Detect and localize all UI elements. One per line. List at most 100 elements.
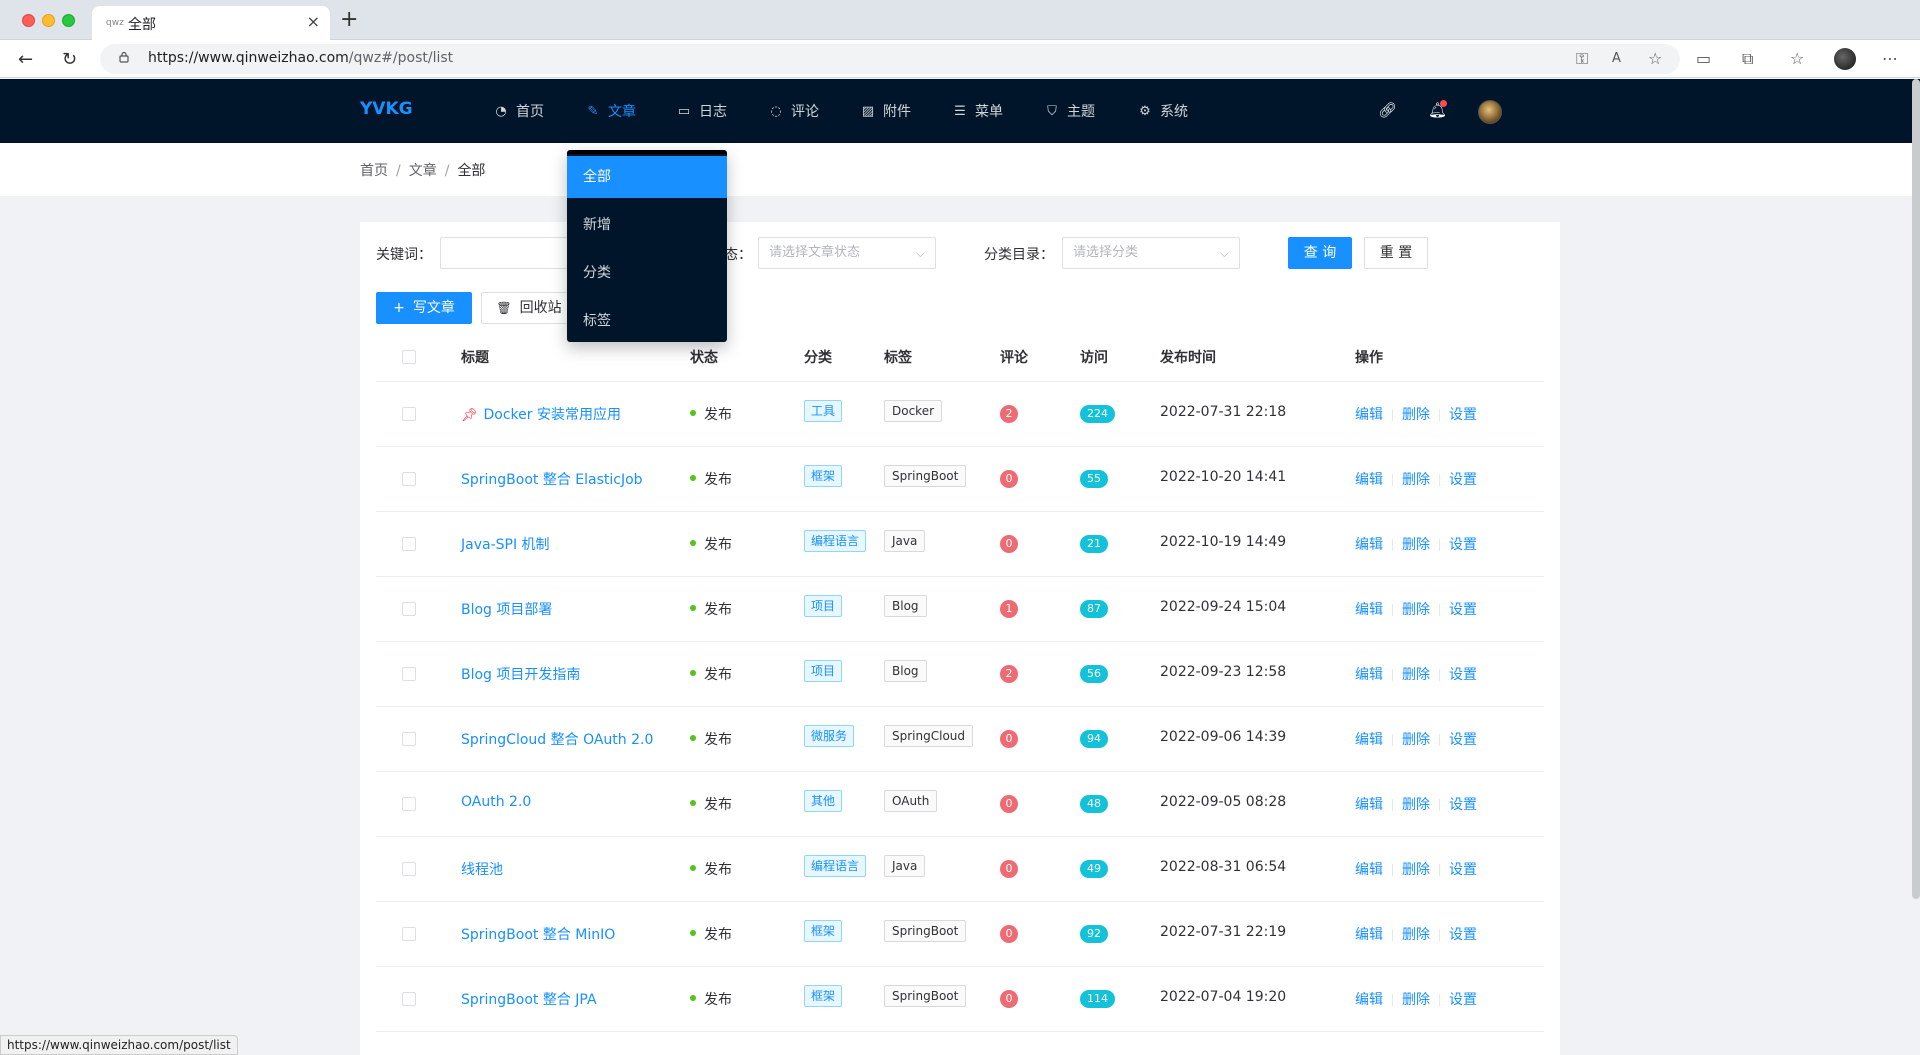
comment-count-badge[interactable]: 0: [1000, 860, 1018, 878]
post-tag[interactable]: OAuth: [884, 790, 938, 812]
row-checkbox[interactable]: [402, 797, 416, 811]
delete-link[interactable]: 删除: [1402, 667, 1430, 683]
post-title-link[interactable]: 线程池: [461, 862, 503, 878]
edit-link[interactable]: 编辑: [1355, 602, 1383, 618]
edit-link[interactable]: 编辑: [1355, 797, 1383, 813]
keyword-input[interactable]: [440, 237, 580, 269]
status-select[interactable]: 请选择文章状态 ⌵: [758, 237, 936, 269]
app-logo[interactable]: YVKG: [360, 99, 413, 119]
submenu-item-tags[interactable]: 标签: [567, 300, 727, 342]
visit-count-badge[interactable]: 94: [1080, 730, 1108, 748]
favorite-add-icon[interactable]: ☆: [1648, 49, 1662, 68]
recycle-bin-button[interactable]: 🗑︎ 回收站: [481, 292, 577, 324]
post-tag[interactable]: SpringBoot: [884, 465, 967, 487]
edit-link[interactable]: 编辑: [1355, 992, 1383, 1008]
window-minimize-button[interactable]: [42, 14, 55, 27]
window-zoom-button[interactable]: [62, 14, 75, 27]
settings-link[interactable]: 设置: [1449, 797, 1477, 813]
row-checkbox[interactable]: [402, 732, 416, 746]
settings-link[interactable]: 设置: [1449, 602, 1477, 618]
write-post-button[interactable]: + 写文章: [376, 292, 472, 324]
window-close-button[interactable]: [22, 14, 35, 27]
post-tag[interactable]: SpringBoot: [884, 985, 967, 1007]
nav-item-themes[interactable]: ⛉ 主题: [1045, 101, 1095, 121]
nav-item-posts[interactable]: ✎ 文章: [586, 101, 636, 121]
edit-link[interactable]: 编辑: [1355, 407, 1383, 423]
more-icon[interactable]: ⋯: [1882, 49, 1898, 68]
category-tag[interactable]: 项目: [804, 595, 843, 617]
browser-tab[interactable]: qwz 全部 ×: [92, 6, 330, 40]
user-avatar[interactable]: [1478, 100, 1502, 124]
browser-profile-avatar[interactable]: [1834, 48, 1856, 70]
category-tag[interactable]: 编程语言: [804, 855, 867, 877]
category-tag[interactable]: 框架: [804, 985, 843, 1007]
address-bar[interactable]: https://www.qinweizhao.com/qwz#/post/lis…: [100, 44, 1680, 74]
back-icon[interactable]: ←: [18, 49, 33, 70]
comment-count-badge[interactable]: 0: [1000, 535, 1018, 553]
settings-link[interactable]: 设置: [1449, 732, 1477, 748]
post-title-link[interactable]: SpringCloud 整合 OAuth 2.0: [461, 732, 653, 748]
delete-link[interactable]: 删除: [1402, 602, 1430, 618]
edit-link[interactable]: 编辑: [1355, 862, 1383, 878]
comment-count-badge[interactable]: 0: [1000, 795, 1018, 813]
row-checkbox[interactable]: [402, 407, 416, 421]
post-title-link[interactable]: SpringBoot 整合 MinIO: [461, 927, 615, 943]
post-tag[interactable]: Blog: [884, 595, 927, 617]
nav-item-journals[interactable]: ▭ 日志: [677, 101, 727, 121]
extensions-icon[interactable]: ⧉: [1742, 49, 1753, 69]
breadcrumb-posts[interactable]: 文章: [409, 163, 437, 179]
row-checkbox[interactable]: [402, 537, 416, 551]
post-tag[interactable]: Java: [884, 855, 926, 877]
breadcrumb-home[interactable]: 首页: [360, 163, 388, 179]
delete-link[interactable]: 删除: [1402, 472, 1430, 488]
row-checkbox[interactable]: [402, 667, 416, 681]
delete-link[interactable]: 删除: [1402, 797, 1430, 813]
edit-link[interactable]: 编辑: [1355, 667, 1383, 683]
settings-link[interactable]: 设置: [1449, 537, 1477, 553]
category-tag[interactable]: 工具: [804, 400, 843, 422]
delete-link[interactable]: 删除: [1402, 862, 1430, 878]
edit-link[interactable]: 编辑: [1355, 537, 1383, 553]
row-checkbox[interactable]: [402, 602, 416, 616]
visit-count-badge[interactable]: 87: [1080, 600, 1108, 618]
post-tag[interactable]: SpringBoot: [884, 920, 967, 942]
row-checkbox[interactable]: [402, 927, 416, 941]
row-checkbox[interactable]: [402, 472, 416, 486]
read-aloud-icon[interactable]: A: [1612, 51, 1621, 66]
category-tag[interactable]: 项目: [804, 660, 843, 682]
comment-count-badge[interactable]: 2: [1000, 665, 1018, 683]
visit-count-badge[interactable]: 92: [1080, 925, 1108, 943]
submenu-item-all[interactable]: 全部: [567, 156, 727, 198]
post-title-link[interactable]: Blog 项目开发指南: [461, 667, 580, 683]
settings-link[interactable]: 设置: [1449, 992, 1477, 1008]
comment-count-badge[interactable]: 0: [1000, 990, 1018, 1008]
select-all-checkbox[interactable]: [402, 350, 416, 364]
nav-item-home[interactable]: ◔ 首页: [494, 101, 544, 121]
tab-close-icon[interactable]: ×: [307, 12, 320, 31]
edit-link[interactable]: 编辑: [1355, 472, 1383, 488]
delete-link[interactable]: 删除: [1402, 992, 1430, 1008]
category-tag[interactable]: 框架: [804, 920, 843, 942]
category-tag[interactable]: 其他: [804, 790, 843, 812]
reset-button[interactable]: 重 置: [1364, 237, 1428, 269]
delete-link[interactable]: 删除: [1402, 407, 1430, 423]
delete-link[interactable]: 删除: [1402, 732, 1430, 748]
submenu-item-new[interactable]: 新增: [567, 204, 727, 246]
settings-link[interactable]: 设置: [1449, 407, 1477, 423]
category-select[interactable]: 请选择分类 ⌵: [1062, 237, 1240, 269]
delete-link[interactable]: 删除: [1402, 537, 1430, 553]
nav-item-attachments[interactable]: ▨ 附件: [861, 101, 911, 121]
visit-count-badge[interactable]: 55: [1080, 470, 1108, 488]
settings-link[interactable]: 设置: [1449, 472, 1477, 488]
post-title-link[interactable]: SpringBoot 整合 ElasticJob: [461, 472, 643, 488]
submenu-item-categories[interactable]: 分类: [567, 252, 727, 294]
nav-item-menus[interactable]: ☰ 菜单: [953, 101, 1003, 121]
edit-link[interactable]: 编辑: [1355, 927, 1383, 943]
visit-count-badge[interactable]: 56: [1080, 665, 1108, 683]
comment-count-badge[interactable]: 2: [1000, 405, 1018, 423]
post-title-link[interactable]: Blog 项目部署: [461, 602, 552, 618]
query-button[interactable]: 查 询: [1288, 237, 1352, 269]
visit-count-badge[interactable]: 224: [1080, 405, 1115, 423]
row-checkbox[interactable]: [402, 862, 416, 876]
visit-count-badge[interactable]: 49: [1080, 860, 1108, 878]
